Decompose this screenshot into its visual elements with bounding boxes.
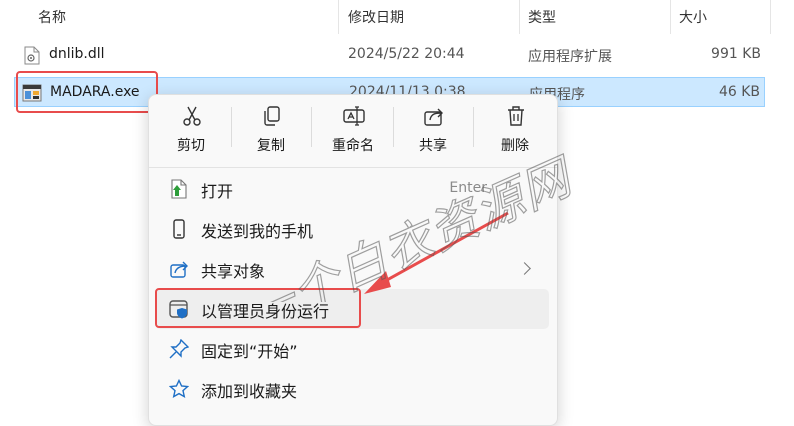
annotation-arrow: [364, 211, 509, 294]
